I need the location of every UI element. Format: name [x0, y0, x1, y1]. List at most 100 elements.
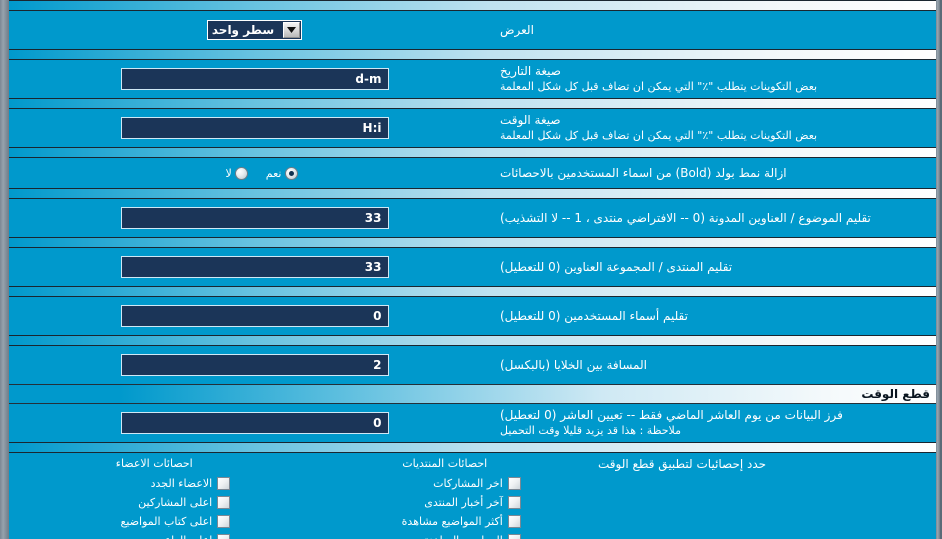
stats-member-item-0[interactable]: الاعضاء الجدد	[78, 474, 231, 493]
stats-forum-item-3[interactable]: المواضيع الساخنة	[369, 531, 521, 539]
row-time-cut-control	[9, 412, 492, 434]
row-trim-forum-labels: تقليم المنتدى / المجموعة العناوين (0 للت…	[492, 259, 930, 275]
row-time-cut: فرز البيانات من يوم العاشر الماضي فقط --…	[9, 404, 936, 442]
row-remove-bold-control: نعم لا	[9, 166, 492, 180]
trim-usernames-input[interactable]	[120, 305, 389, 327]
separator-6	[9, 286, 936, 297]
stats-forums-header: احصائات المنتديات	[402, 457, 488, 470]
chevron-down-icon[interactable]	[283, 22, 301, 38]
display-mode-select-value: سطر واحد	[211, 23, 275, 37]
stats-selection: حدد إحصائيات لتطبيق قطع الوقت احصائات ال…	[9, 453, 936, 539]
row-cell-spacing-labels: المسافة بين الخلايا (بالبكسل)	[492, 357, 930, 373]
separator-7	[9, 335, 936, 346]
stats-member-item-2-label: اعلى كتاب المواضيع	[120, 515, 213, 528]
stats-forum-item-1-label: آخر أخبار المنتدى	[424, 496, 503, 509]
cell-spacing-input[interactable]	[120, 354, 389, 376]
window-right-edge	[936, 0, 940, 539]
settings-panel: العرض سطر واحد صيغة التاريخ بعض التكوينا…	[0, 0, 942, 539]
radio-dot-icon[interactable]	[234, 166, 248, 180]
checkbox-icon[interactable]	[217, 496, 231, 509]
stats-forum-item-1[interactable]: آخر أخبار المنتدى	[369, 493, 521, 512]
separator-4	[9, 188, 936, 199]
stats-instruction-col: حدد إحصائيات لتطبيق قطع الوقت	[590, 457, 930, 539]
stats-member-item-1[interactable]: اعلى المشاركين	[78, 493, 231, 512]
row-remove-bold: ازالة نمط بولد (Bold) من اسماء المستخدمي…	[9, 158, 936, 188]
radio-remove-bold-no[interactable]: لا	[225, 166, 248, 180]
trim-forum-input[interactable]	[120, 256, 389, 278]
stats-member-item-1-label: اعلى المشاركين	[138, 496, 213, 509]
stats-forum-item-0[interactable]: اخر المشاركات	[369, 474, 521, 493]
section-header-time-cut-title: قطع الوقت	[861, 387, 930, 401]
checkbox-icon[interactable]	[507, 477, 521, 490]
separator-5	[9, 237, 936, 248]
stats-forum-item-2[interactable]: أكثر المواضيع مشاهدة	[369, 512, 521, 531]
section-header-time-cut: قطع الوقت	[9, 384, 936, 404]
separator-8	[9, 442, 936, 453]
radio-remove-bold-yes-label: نعم	[265, 166, 282, 180]
row-date-format-control	[9, 68, 492, 90]
separator-3	[9, 147, 936, 158]
row-time-cut-desc-1: فرز البيانات من يوم العاشر الماضي فقط --…	[500, 408, 843, 423]
time-format-input[interactable]	[120, 117, 389, 139]
display-mode-select[interactable]: سطر واحد	[206, 20, 303, 40]
row-display: العرض سطر واحد	[9, 11, 936, 49]
row-date-format: صيغة التاريخ بعض التكوينات يتطلب "٪" الت…	[9, 60, 936, 98]
row-cell-spacing-label: المسافة بين الخلايا (بالبكسل)	[500, 357, 647, 372]
stats-members-column: احصائات الاعضاء الاعضاء الجدد اعلى المشا…	[9, 457, 300, 539]
row-date-format-desc: بعض التكوينات يتطلب "٪" التي يمكن ان تضا…	[500, 79, 818, 93]
row-remove-bold-label: ازالة نمط بولد (Bold) من اسماء المستخدمي…	[500, 165, 787, 180]
row-trim-forum: تقليم المنتدى / المجموعة العناوين (0 للت…	[9, 248, 936, 286]
row-trim-topic: تقليم الموضوع / العناوين المدونة (0 -- ا…	[9, 199, 936, 237]
row-time-cut-desc-2: ملاحظة : هذا قد يزيد قليلا وقت التحميل	[500, 423, 681, 437]
row-trim-topic-control	[9, 207, 492, 229]
row-time-format-label: صيغة الوقت	[500, 113, 561, 128]
stats-forum-item-3-label: المواضيع الساخنة	[369, 534, 503, 539]
checkbox-icon[interactable]	[507, 496, 521, 509]
stats-members-header: احصائات الاعضاء	[115, 457, 193, 470]
separator-2	[9, 98, 936, 109]
row-time-cut-labels: فرز البيانات من يوم العاشر الماضي فقط --…	[492, 407, 930, 438]
row-trim-usernames-control	[9, 305, 492, 327]
row-trim-forum-label: تقليم المنتدى / المجموعة العناوين (0 للت…	[500, 259, 733, 274]
stats-forum-item-2-label: أكثر المواضيع مشاهدة	[401, 515, 503, 528]
row-date-format-labels: صيغة التاريخ بعض التكوينات يتطلب "٪" الت…	[492, 63, 930, 94]
row-trim-topic-label: تقليم الموضوع / العناوين المدونة (0 -- ا…	[500, 210, 871, 225]
checkbox-icon[interactable]	[507, 534, 521, 539]
stats-forum-item-0-label: اخر المشاركات	[433, 477, 503, 490]
radio-remove-bold-yes[interactable]: نعم	[265, 166, 298, 180]
stats-member-item-3-label: اعلى الداعين	[78, 534, 212, 539]
row-time-format-labels: صيغة الوقت بعض التكوينات يتطلب "٪" التي …	[492, 112, 930, 143]
stats-member-item-2[interactable]: اعلى كتاب المواضيع	[78, 512, 231, 531]
row-cell-spacing-control	[9, 354, 492, 376]
row-trim-forum-control	[9, 256, 492, 278]
stats-forums-column: احصائات المنتديات اخر المشاركات آخر أخبا…	[300, 457, 591, 539]
row-trim-topic-labels: تقليم الموضوع / العناوين المدونة (0 -- ا…	[492, 210, 930, 226]
row-display-label: العرض	[500, 22, 534, 37]
row-trim-usernames-label: تقليم أسماء المستخدمين (0 للتعطيل)	[500, 308, 688, 323]
row-trim-usernames-labels: تقليم أسماء المستخدمين (0 للتعطيل)	[492, 308, 930, 324]
radio-dot-selected-icon[interactable]	[284, 166, 298, 180]
row-time-format: صيغة الوقت بعض التكوينات يتطلب "٪" التي …	[9, 109, 936, 147]
settings-content: العرض سطر واحد صيغة التاريخ بعض التكوينا…	[9, 0, 936, 539]
stats-instruction: حدد إحصائيات لتطبيق قطع الوقت	[598, 457, 767, 471]
checkbox-icon[interactable]	[217, 477, 231, 490]
stats-member-item-0-label: الاعضاء الجدد	[150, 477, 213, 490]
remove-bold-radio-group: نعم لا	[212, 166, 298, 180]
radio-remove-bold-no-label: لا	[225, 166, 232, 180]
row-display-control: سطر واحد	[9, 20, 492, 40]
trim-topic-input[interactable]	[120, 207, 389, 229]
time-cut-input[interactable]	[120, 412, 389, 434]
date-format-input[interactable]	[120, 68, 389, 90]
row-remove-bold-labels: ازالة نمط بولد (Bold) من اسماء المستخدمي…	[492, 165, 930, 181]
stats-member-item-3[interactable]: اعلى الداعين	[78, 531, 231, 539]
row-trim-usernames: تقليم أسماء المستخدمين (0 للتعطيل)	[9, 297, 936, 335]
checkbox-icon[interactable]	[507, 515, 521, 528]
separator-top	[9, 0, 936, 11]
row-date-format-label: صيغة التاريخ	[500, 64, 561, 79]
checkbox-icon[interactable]	[217, 515, 231, 528]
row-time-format-control	[9, 117, 492, 139]
row-cell-spacing: المسافة بين الخلايا (بالبكسل)	[9, 346, 936, 384]
checkbox-icon[interactable]	[217, 534, 231, 539]
window-left-edge	[0, 0, 9, 539]
separator-1	[9, 49, 936, 60]
